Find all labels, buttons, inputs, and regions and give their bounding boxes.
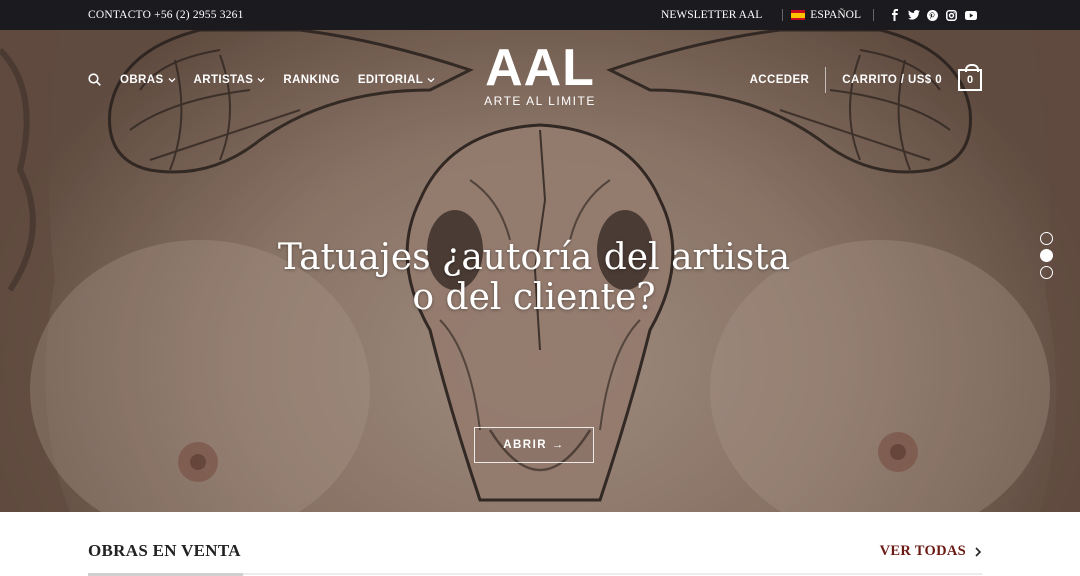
slider-pagination bbox=[1040, 232, 1053, 283]
hero-headline-line-2: o del cliente? bbox=[412, 277, 656, 318]
cart-count: 0 bbox=[966, 74, 974, 86]
nav-obras-label: OBRAS bbox=[120, 74, 164, 86]
nav-ranking-label: RANKING bbox=[283, 74, 340, 86]
chevron-right-icon bbox=[975, 546, 982, 557]
account-nav: ACCEDER CARRITO / US$ 0 0 bbox=[750, 64, 982, 94]
nav-editorial[interactable]: EDITORIAL bbox=[358, 74, 435, 86]
chevron-down-icon bbox=[427, 78, 435, 83]
instagram-icon[interactable] bbox=[945, 9, 958, 22]
pinterest-icon[interactable] bbox=[926, 9, 939, 22]
hero-headline-line-1: Tatuajes ¿autoría del artista bbox=[277, 237, 791, 278]
chevron-down-icon bbox=[257, 78, 265, 83]
nav-editorial-label: EDITORIAL bbox=[357, 74, 424, 86]
divider bbox=[782, 9, 784, 21]
language-selector[interactable]: ESPAÑOL bbox=[791, 9, 861, 21]
login-link[interactable]: ACCEDER bbox=[750, 74, 810, 86]
slider-dot-2[interactable] bbox=[1040, 249, 1053, 262]
search-icon[interactable] bbox=[88, 73, 102, 87]
language-label: ESPAÑOL bbox=[810, 9, 861, 21]
site-logo[interactable]: AAL ARTE AL LIMITE bbox=[470, 39, 610, 108]
chevron-down-icon bbox=[168, 78, 175, 83]
divider bbox=[873, 9, 874, 21]
spain-flag-icon bbox=[791, 10, 806, 20]
contact-phone[interactable]: CONTACTO +56 (2) 2955 3261 bbox=[88, 9, 244, 21]
section-title: OBRAS EN VENTA bbox=[88, 541, 241, 560]
slider-dot-3[interactable] bbox=[1040, 266, 1053, 279]
main-nav: OBRAS ARTISTAS RANKING EDITORIAL bbox=[88, 73, 453, 87]
open-article-button[interactable]: ABRIR → bbox=[474, 427, 594, 463]
view-all-link[interactable]: VER TODAS bbox=[880, 543, 982, 560]
facebook-icon[interactable] bbox=[888, 9, 901, 22]
cart-link[interactable]: CARRITO / US$ 0 bbox=[842, 74, 942, 86]
logo-main: AAL bbox=[485, 39, 595, 97]
hero-headline: Tatuajes ¿autoría del artista o del clie… bbox=[0, 238, 1068, 318]
logo-subtitle: ARTE AL LIMITE bbox=[484, 94, 596, 108]
nav-artistas-label: ARTISTAS bbox=[193, 74, 254, 86]
social-links bbox=[882, 9, 977, 22]
nav-ranking[interactable]: RANKING bbox=[283, 74, 339, 86]
view-all-label: VER TODAS bbox=[879, 543, 966, 559]
top-bar-right: NEWSLETTER AAL ESPAÑOL bbox=[661, 0, 977, 30]
top-bar: CONTACTO +56 (2) 2955 3261 NEWSLETTER AA… bbox=[0, 0, 1080, 30]
cart-bag-icon[interactable]: 0 bbox=[958, 64, 982, 91]
hero-slider: OBRAS ARTISTAS RANKING EDITORIAL AAL ART… bbox=[0, 30, 1080, 512]
divider bbox=[825, 67, 827, 93]
obras-section-header: OBRAS EN VENTA VER TODAS bbox=[0, 512, 1080, 576]
youtube-icon[interactable] bbox=[964, 9, 977, 22]
nav-artistas[interactable]: ARTISTAS bbox=[194, 74, 266, 86]
twitter-icon[interactable] bbox=[907, 9, 920, 22]
slider-dot-1[interactable] bbox=[1040, 232, 1053, 245]
newsletter-link[interactable]: NEWSLETTER AAL bbox=[661, 9, 762, 21]
nav-obras[interactable]: OBRAS bbox=[120, 74, 176, 86]
